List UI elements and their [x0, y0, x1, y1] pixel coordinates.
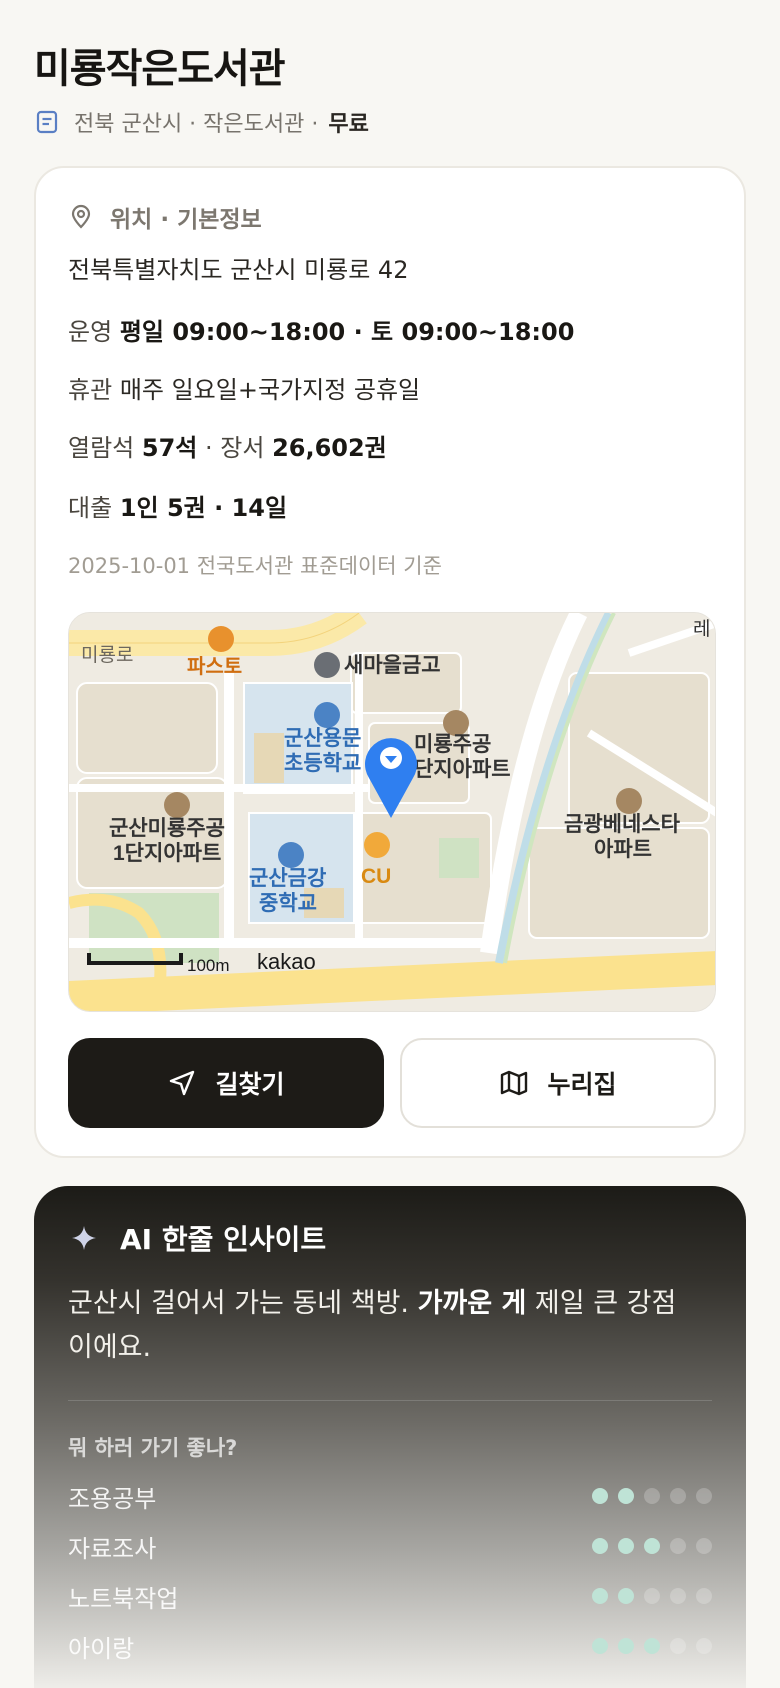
- activity-name: 노트북작업: [68, 1584, 179, 1613]
- map-scale-label: 100m: [187, 956, 230, 975]
- insight-text-bold: 가까운 게: [417, 1288, 527, 1319]
- map-poi-cu: CU: [361, 865, 391, 888]
- library-meta: 전북 군산시 · 작은도서관 · 무료: [34, 106, 369, 138]
- homepage-button[interactable]: 누리집: [400, 1038, 716, 1128]
- map-poi-apt2-line1: 군산미룡주공: [109, 817, 225, 840]
- activity-name: 자료조사: [68, 1534, 157, 1563]
- map-brand-logo: kakao: [257, 949, 316, 974]
- map-poi-school2-line1: 군산금강: [249, 867, 326, 890]
- info-card: 위치 · 기본정보 전북특별자치도 군산시 미룡로 42 운영 평일 09:00…: [34, 166, 746, 1158]
- directions-button[interactable]: 길찾기: [68, 1038, 384, 1128]
- loan-label: 대출: [68, 494, 113, 522]
- rating-dot: [696, 1488, 712, 1504]
- location-map[interactable]: 미룡로 파스토 새마을금고 군산용문 초등학교 미룡주공 단지아파트 군산미룡주…: [68, 612, 716, 1012]
- rating-dot: [618, 1638, 634, 1654]
- closed-days: 휴관 매주 일요일+국가지정 공휴일: [68, 370, 420, 405]
- rating-dot: [696, 1638, 712, 1654]
- activity-row: 조용공부: [68, 1476, 712, 1516]
- hours-value: 평일 09:00~18:00 · 토 09:00~18:00: [119, 318, 575, 346]
- closed-value: 매주 일요일+국가지정 공휴일: [119, 376, 421, 404]
- activity-row: 노트북작업: [68, 1576, 712, 1616]
- navigation-arrow-icon: [167, 1068, 197, 1098]
- divider: [68, 1400, 712, 1401]
- rating-dot: [592, 1488, 608, 1504]
- map-icon: [499, 1068, 529, 1098]
- page-title: 미룡작은도서관: [34, 46, 286, 92]
- data-source: 2025-10-01 전국도서관 표준데이터 기준: [68, 554, 442, 578]
- rating-dot: [644, 1488, 660, 1504]
- activity-name: 아이랑: [68, 1634, 135, 1663]
- rating-dot: [696, 1538, 712, 1554]
- activity-rating: [592, 1538, 712, 1554]
- activity-rating: [592, 1588, 712, 1604]
- ai-insight-text: 군산시 걸어서 가는 동네 책방. 가까운 게 제일 큰 강점이에요.: [68, 1282, 688, 1370]
- rating-dot: [644, 1638, 660, 1654]
- activity-rating: [592, 1488, 712, 1504]
- activity-name: 조용공부: [68, 1484, 157, 1513]
- map-poi-apt3-line1: 금광베네스타: [564, 813, 681, 836]
- loan-policy: 대출 1인 5권 · 14일: [68, 488, 287, 523]
- rating-dot: [670, 1638, 686, 1654]
- books-value: 26,602권: [272, 434, 387, 462]
- seats-and-books: 열람석 57석 · 장서 26,602권: [68, 428, 387, 463]
- activity-rating: [592, 1638, 712, 1654]
- map-poi-school1-line1: 군산용문: [284, 727, 361, 750]
- directions-label: 길찾기: [215, 1070, 285, 1099]
- rating-dot: [670, 1588, 686, 1604]
- map-poi-apt1-line2: 단지아파트: [414, 758, 511, 781]
- map-poi-apt1-line1: 미룡주공: [414, 733, 491, 756]
- info-section-title: 위치 · 기본정보: [110, 207, 262, 233]
- rating-dot: [618, 1588, 634, 1604]
- map-poi-pasta: 파스토: [187, 655, 242, 678]
- fee-label: 무료: [328, 112, 369, 137]
- activity-question: 뭐 하러 가기 좋나?: [68, 1436, 238, 1460]
- activity-row: 자료조사: [68, 1526, 712, 1566]
- info-section-header: 위치 · 기본정보: [68, 200, 262, 234]
- location-pin-icon: [68, 204, 94, 230]
- opening-hours: 운영 평일 09:00~18:00 · 토 09:00~18:00: [68, 312, 574, 347]
- ai-insight-panel: AI 한줄 인사이트 군산시 걸어서 가는 동네 책방. 가까운 게 제일 큰 …: [34, 1186, 746, 1688]
- rating-dot: [670, 1488, 686, 1504]
- rating-dot: [670, 1538, 686, 1554]
- school-poi-icon: [278, 842, 304, 868]
- map-poi-apt3-line2: 아파트: [594, 838, 652, 861]
- map-poi-school1-line2: 초등학교: [284, 752, 361, 775]
- apartment-poi-icon: [164, 792, 190, 818]
- ai-insight-title: AI 한줄 인사이트: [120, 1223, 327, 1256]
- apartment-poi-icon: [616, 788, 642, 814]
- rating-dot: [644, 1588, 660, 1604]
- activity-row: 아이랑: [68, 1626, 712, 1666]
- store-poi-icon: [364, 832, 390, 858]
- address: 전북특별자치도 군산시 미룡로 42: [68, 256, 409, 284]
- insight-text-pre: 군산시 걸어서 가는 동네 책방.: [68, 1288, 418, 1319]
- document-icon: [34, 109, 60, 135]
- books-label: · 장서: [197, 434, 273, 462]
- loan-value: 1인 5권 · 14일: [119, 494, 288, 522]
- rating-dot: [618, 1538, 634, 1554]
- rating-dot: [592, 1588, 608, 1604]
- seats-value: 57석: [141, 434, 198, 462]
- map-poi-apt2-line2: 1단지아파트: [113, 842, 221, 865]
- map-poi-bank: 새마을금고: [344, 654, 441, 677]
- homepage-label: 누리집: [547, 1070, 617, 1099]
- sparkle-icon: [70, 1224, 98, 1252]
- rating-dot: [644, 1538, 660, 1554]
- rating-dot: [696, 1588, 712, 1604]
- map-poi-edge: 레: [693, 618, 710, 640]
- bank-poi-icon: [314, 652, 340, 678]
- rating-dot: [618, 1488, 634, 1504]
- seats-label: 열람석: [68, 434, 135, 462]
- hours-label: 운영: [68, 318, 113, 346]
- closed-label: 휴관: [68, 376, 113, 404]
- map-road-label: 미룡로: [81, 644, 133, 666]
- ai-insight-header: AI 한줄 인사이트: [70, 1218, 326, 1258]
- library-region-type: 전북 군산시 · 작은도서관 ·: [74, 112, 319, 137]
- rating-dot: [592, 1638, 608, 1654]
- school-poi-icon: [314, 702, 340, 728]
- map-poi-school2-line2: 중학교: [259, 892, 317, 915]
- rating-dot: [592, 1538, 608, 1554]
- restaurant-poi-icon: [208, 626, 234, 652]
